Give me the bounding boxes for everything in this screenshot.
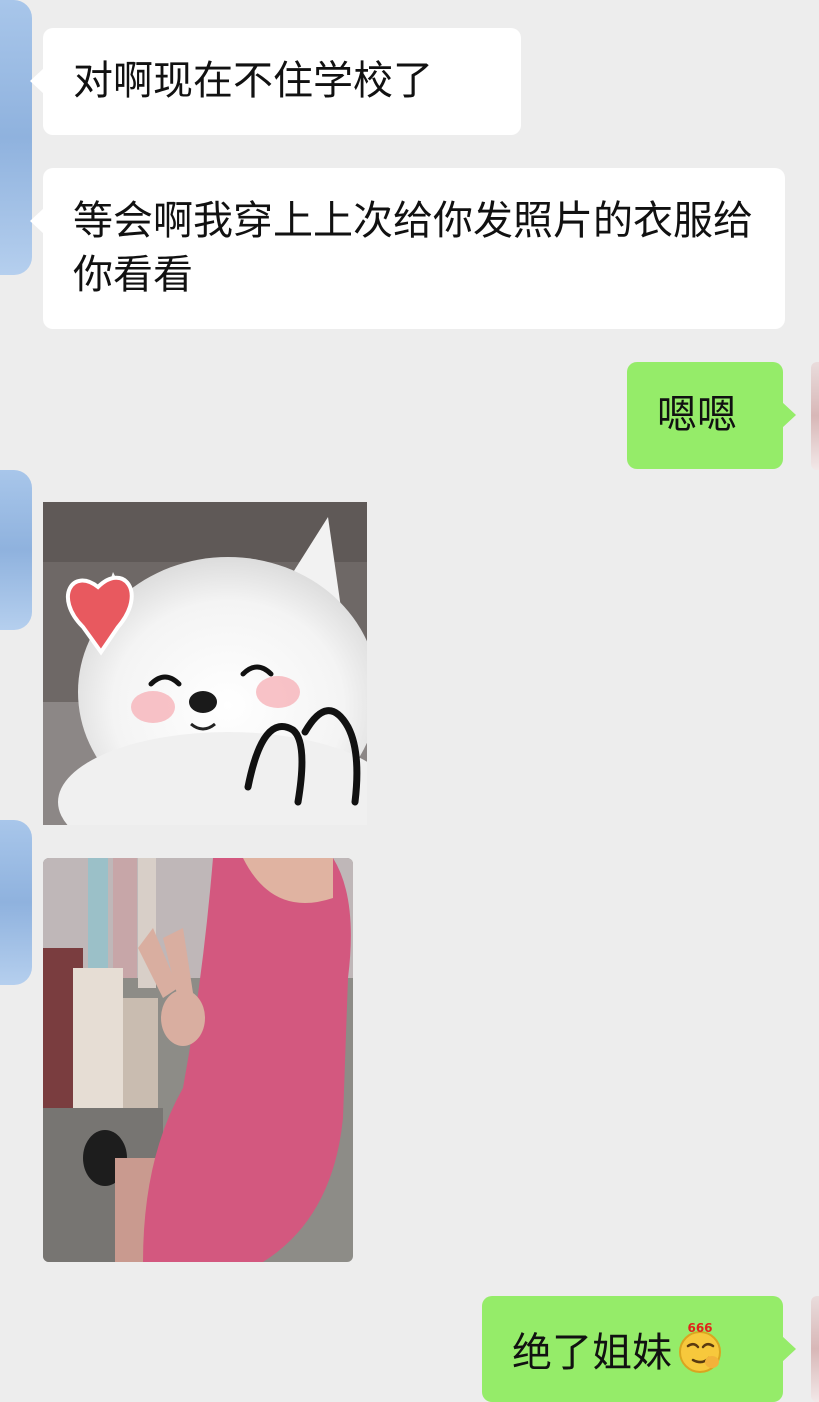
photo-image[interactable] bbox=[43, 858, 353, 1262]
message-bubble-received[interactable]: 等会啊我穿上上次给你发照片的衣服给你看看 bbox=[30, 168, 785, 329]
smirk-666-emoji-icon: 666 bbox=[676, 1321, 724, 1388]
message-text: 绝了姐妹 bbox=[512, 1330, 672, 1376]
message-text: 等会啊我穿上上次给你发照片的衣服给你看看 bbox=[73, 198, 753, 298]
message-text: 嗯嗯 bbox=[657, 392, 737, 438]
white-dog-heart-sticker-icon bbox=[43, 502, 367, 825]
pink-dress-photo-icon bbox=[43, 858, 353, 1262]
message-bubble-received[interactable]: 对啊现在不住学校了 bbox=[30, 28, 521, 135]
sticker-image[interactable] bbox=[43, 502, 367, 825]
message-bubble-sent[interactable]: 嗯嗯 bbox=[627, 362, 796, 469]
message-bubble-sent[interactable]: 绝了姐妹 666 bbox=[482, 1296, 796, 1402]
contact-avatar[interactable] bbox=[0, 0, 32, 275]
emoji-badge-text: 666 bbox=[687, 1322, 712, 1335]
contact-avatar[interactable] bbox=[0, 470, 32, 630]
message-text: 对啊现在不住学校了 bbox=[73, 58, 433, 104]
self-avatar[interactable] bbox=[811, 1296, 819, 1402]
contact-avatar[interactable] bbox=[0, 820, 32, 985]
self-avatar[interactable] bbox=[811, 362, 819, 470]
